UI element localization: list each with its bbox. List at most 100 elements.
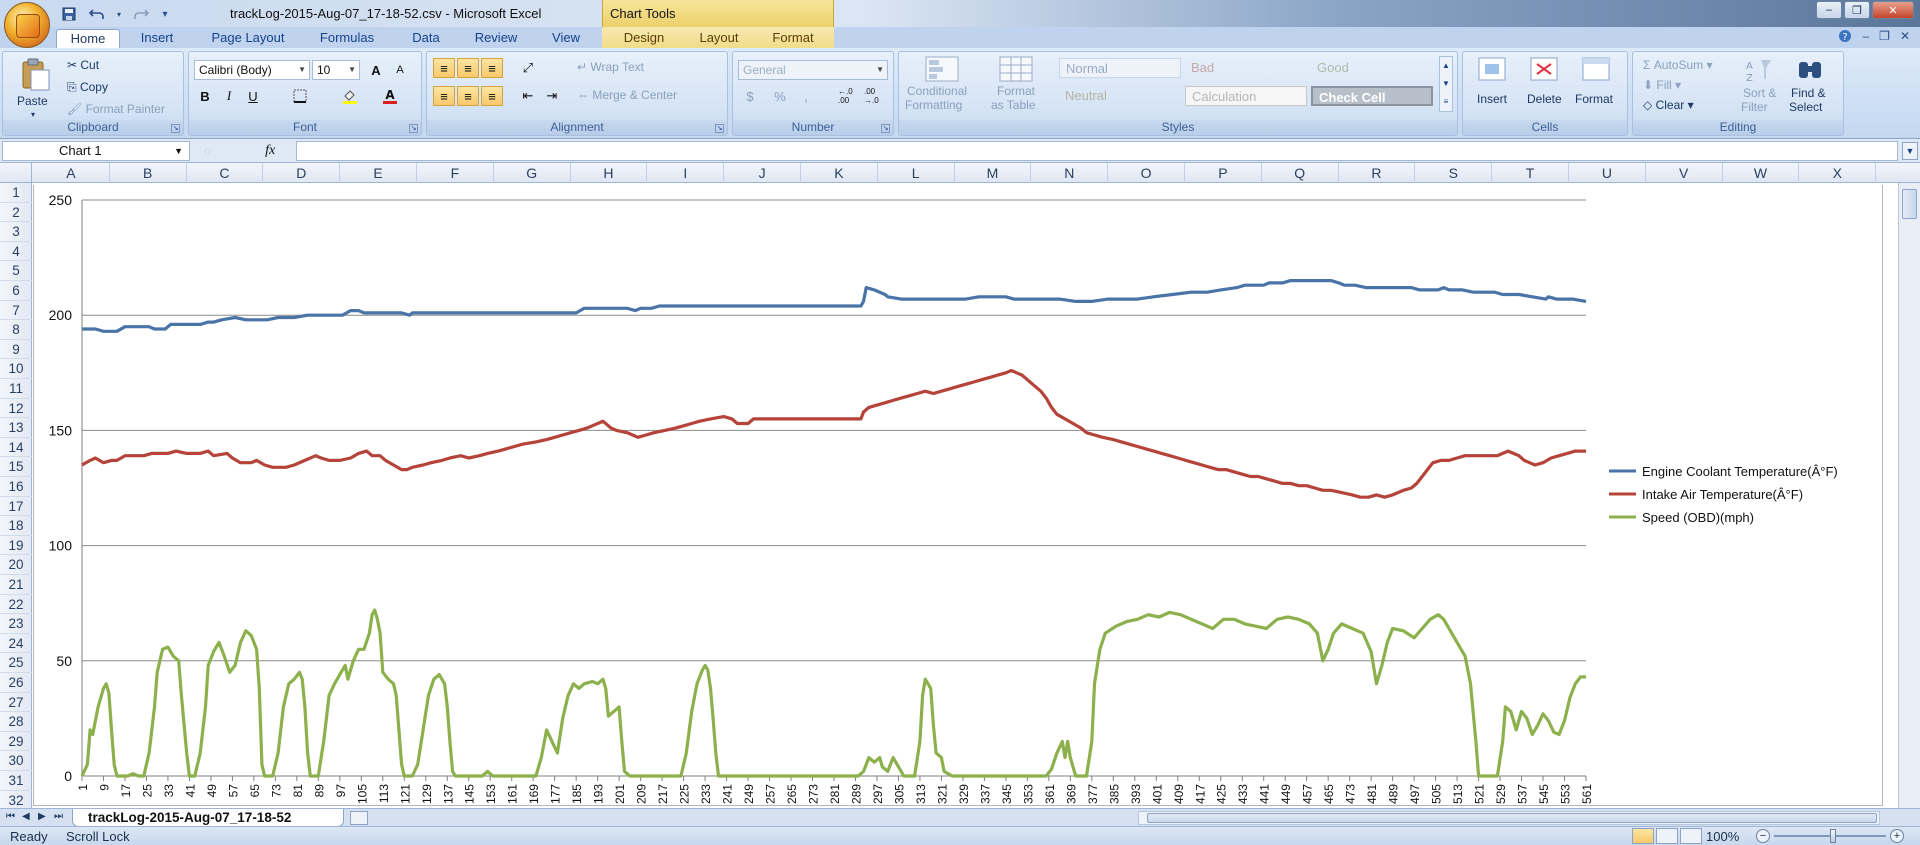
tab-data[interactable]: Data — [400, 29, 452, 48]
row-header-11[interactable]: 11 — [0, 379, 32, 399]
name-box[interactable]: Chart 1 ▼ — [2, 141, 190, 161]
ribbon-minimize-icon[interactable]: – — [1862, 29, 1869, 46]
tab-formulas[interactable]: Formulas — [306, 29, 388, 48]
insert-cells-icon[interactable] — [1477, 56, 1507, 84]
row-header-10[interactable]: 10 — [0, 359, 32, 379]
bold-button[interactable]: B — [194, 86, 216, 106]
next-sheet-icon[interactable]: ▶ — [38, 811, 46, 822]
tab-layout[interactable]: Layout — [690, 29, 748, 48]
row-header-3[interactable]: 3 — [0, 222, 32, 242]
row-header-24[interactable]: 24 — [0, 634, 32, 654]
row-header-8[interactable]: 8 — [0, 320, 32, 340]
decrease-decimal-button[interactable]: .00 →.0 — [863, 86, 887, 106]
column-header-m[interactable]: M — [955, 163, 1032, 183]
binoculars-icon[interactable] — [1795, 56, 1825, 84]
style-calculation[interactable]: Calculation — [1185, 86, 1307, 106]
find-select-label-1[interactable]: Find & — [1791, 86, 1826, 100]
merge-center-button[interactable]: ⇔ Merge & Center — [577, 88, 677, 102]
vertical-scrollbar[interactable] — [1898, 183, 1920, 809]
row-header-12[interactable]: 12 — [0, 399, 32, 419]
row-header-13[interactable]: 13 — [0, 418, 32, 438]
style-good[interactable]: Good — [1311, 58, 1433, 78]
column-header-s[interactable]: S — [1415, 163, 1493, 183]
column-header-d[interactable]: D — [263, 163, 341, 183]
row-header-7[interactable]: 7 — [0, 301, 32, 321]
row-header-29[interactable]: 29 — [0, 732, 32, 752]
vertical-scroll-thumb[interactable] — [1902, 189, 1917, 219]
row-header-1[interactable]: 1 — [0, 183, 32, 203]
minimize-button[interactable]: – — [1816, 1, 1842, 19]
align-middle-icon[interactable]: ≡ — [457, 58, 479, 78]
row-header-26[interactable]: 26 — [0, 673, 32, 693]
format-as-table-label-1[interactable]: Format — [997, 84, 1035, 98]
row-header-23[interactable]: 23 — [0, 614, 32, 634]
horizontal-scrollbar[interactable] — [1138, 811, 1880, 825]
find-select-label-2[interactable]: Select — [1789, 100, 1822, 114]
tab-insert[interactable]: Insert — [128, 29, 186, 48]
style-bad[interactable]: Bad — [1185, 58, 1307, 78]
underline-button[interactable]: U — [242, 86, 264, 106]
chevron-down-icon[interactable]: ▼ — [174, 142, 183, 160]
tab-page-layout[interactable]: Page Layout — [200, 29, 296, 48]
column-header-a[interactable]: A — [33, 163, 110, 183]
prev-sheet-icon[interactable]: ◀ — [22, 811, 30, 822]
grow-font-button[interactable]: A — [365, 60, 387, 80]
row-header-15[interactable]: 15 — [0, 457, 32, 477]
format-as-table-icon[interactable] — [999, 56, 1033, 82]
column-header-j[interactable]: J — [724, 163, 801, 183]
ribbon-close-icon[interactable]: ✕ — [1900, 29, 1910, 46]
column-header-f[interactable]: F — [417, 163, 494, 183]
sheet-tab-tracklog[interactable]: trackLog-2015-Aug-07_17-18-52 — [72, 809, 344, 827]
formula-cancel-icon[interactable]: ◌ — [204, 144, 211, 158]
sort-filter-label-2[interactable]: Filter — [1741, 100, 1768, 114]
align-bottom-icon[interactable]: ≡ — [481, 58, 503, 78]
sort-filter-icon[interactable]: AZ — [1743, 56, 1773, 84]
undo-dropdown-icon[interactable]: ▾ — [114, 4, 124, 24]
horizontal-scroll-thumb[interactable] — [1147, 813, 1877, 823]
tab-design[interactable]: Design — [612, 29, 676, 48]
autosum-button[interactable]: Σ AutoSum ▾ — [1643, 58, 1712, 72]
row-header-19[interactable]: 19 — [0, 536, 32, 556]
paste-button[interactable]: Paste — [17, 94, 48, 108]
fx-icon[interactable]: fx — [265, 143, 275, 159]
row-header-27[interactable]: 27 — [0, 693, 32, 713]
column-header-e[interactable]: E — [340, 163, 417, 183]
column-header-r[interactable]: R — [1339, 163, 1416, 183]
redo-icon[interactable] — [130, 4, 152, 24]
undo-icon[interactable] — [86, 4, 108, 24]
column-header-l[interactable]: L — [878, 163, 955, 183]
last-sheet-icon[interactable]: ⏭ — [54, 811, 63, 822]
column-header-u[interactable]: U — [1569, 163, 1646, 183]
column-header-x[interactable]: X — [1799, 163, 1877, 183]
row-header-14[interactable]: 14 — [0, 438, 32, 458]
first-sheet-icon[interactable]: ⏮ — [6, 811, 15, 822]
increase-indent-icon[interactable]: ⇥ — [541, 86, 563, 106]
style-neutral[interactable]: Neutral — [1059, 86, 1181, 106]
row-header-22[interactable]: 22 — [0, 595, 32, 615]
style-check-cell[interactable]: Check Cell — [1311, 86, 1433, 106]
number-format-select[interactable]: General ▼ — [738, 60, 888, 80]
zoom-thumb[interactable] — [1830, 829, 1836, 843]
normal-view-icon[interactable] — [1632, 828, 1654, 844]
row-header-5[interactable]: 5 — [0, 261, 32, 281]
font-launcher-icon[interactable]: ↘ — [409, 124, 418, 133]
insert-cells-button[interactable]: Insert — [1477, 92, 1507, 106]
font-size-select[interactable]: 10 ▼ — [312, 60, 360, 80]
column-header-h[interactable]: H — [571, 163, 648, 183]
paste-dropdown-icon[interactable]: ▾ — [31, 110, 35, 119]
copy-button[interactable]: ⎘ Copy — [67, 80, 108, 95]
format-as-table-label-2[interactable]: as Table — [991, 98, 1035, 112]
align-right-icon[interactable]: ≡ — [481, 86, 503, 106]
column-header-c[interactable]: C — [187, 163, 264, 183]
row-header-16[interactable]: 16 — [0, 477, 32, 497]
ribbon-restore-icon[interactable]: ❐ — [1879, 29, 1890, 46]
clipboard-launcher-icon[interactable]: ↘ — [171, 124, 180, 133]
tab-view[interactable]: View — [540, 29, 592, 48]
wrap-text-button[interactable]: ↵ Wrap Text — [577, 60, 644, 74]
help-icon[interactable]: ? — [1838, 29, 1852, 46]
save-icon[interactable] — [58, 4, 80, 24]
italic-button[interactable]: I — [218, 86, 240, 106]
delete-cells-button[interactable]: Delete — [1527, 92, 1562, 106]
font-name-select[interactable]: Calibri (Body) ▼ — [194, 60, 310, 80]
comma-button[interactable]: , — [795, 86, 817, 106]
